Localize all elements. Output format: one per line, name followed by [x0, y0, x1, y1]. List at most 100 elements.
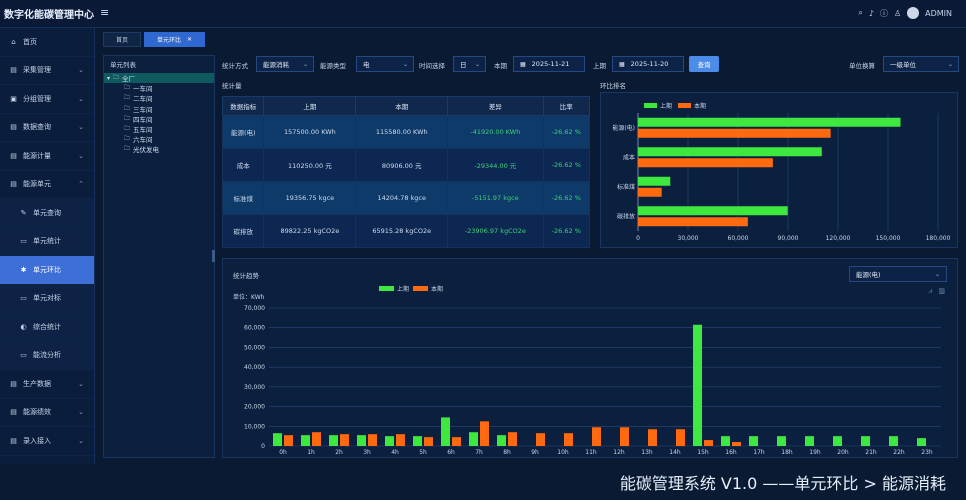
x-tick-label: 10h: [557, 449, 569, 456]
previous-date-picker[interactable]: ▦ 2025-11-20: [612, 56, 684, 72]
folder-icon: 🗀: [113, 74, 120, 82]
footer-caption: 能碳管理系统 V1.0 ——单元环比 > 能源消耗: [619, 474, 946, 493]
tree-node[interactable]: 🗀 五车间: [104, 124, 214, 134]
sidebar-item[interactable]: ▤ 能源计量 ⌄: [0, 142, 94, 171]
caret-down-icon[interactable]: ▾: [107, 75, 110, 82]
tab-home[interactable]: 首页: [103, 32, 142, 47]
search-icon[interactable]: ⌕: [858, 8, 862, 18]
sidebar-item[interactable]: ⌂ 首页: [0, 28, 94, 57]
bar-previous: [638, 176, 671, 186]
table-row: 能源(电) 157500.00 KWh 115580.00 KWh -41920.00…: [221, 115, 591, 149]
chevron-icon: ⌄: [78, 123, 84, 132]
stats-title: 统计量: [222, 82, 242, 90]
sidebar-item[interactable]: ▭ 单元统计: [0, 227, 94, 256]
flow-icon: ▭: [20, 351, 27, 360]
y-category-label: 能源(电): [612, 124, 635, 132]
info-icon[interactable]: ⓘ: [880, 8, 888, 19]
sidebar-item[interactable]: ▭ 单元对标: [0, 284, 94, 313]
chevron-icon: ⌄: [78, 151, 84, 160]
energy-type-select[interactable]: 电 ⌄: [356, 56, 414, 72]
unit-convert-select[interactable]: 一级单位 ⌄: [883, 56, 959, 72]
current-date-picker[interactable]: ▦ 2025-11-21: [513, 56, 585, 72]
bell-icon[interactable]: ♪: [869, 9, 874, 18]
shirt-icon[interactable]: ♙: [894, 9, 901, 18]
bar-previous: [329, 435, 338, 446]
table-cell: 成本: [221, 148, 265, 182]
close-icon[interactable]: ✕: [187, 36, 192, 43]
meter-icon: ▤: [10, 151, 17, 160]
bar-current: [638, 187, 662, 197]
rank-title: 环比排名: [600, 82, 626, 90]
menu-toggle-icon[interactable]: ≡: [100, 6, 109, 19]
top-toolbar: ⌕ ♪ ⓘ ♙ ADMIN: [858, 7, 952, 19]
sidebar-item-label: 分组管理: [23, 94, 51, 103]
table-cell: -41920.00 KWh: [447, 115, 544, 149]
y-tick-label: 10,000: [244, 423, 265, 430]
sidebar-item[interactable]: ▤ 数据查询 ⌄: [0, 114, 94, 142]
sidebar-item[interactable]: ▭ 能流分析: [0, 341, 94, 370]
tree-node[interactable]: 🗀 四车间: [104, 114, 214, 124]
tree-node[interactable]: 🗀 二车间: [104, 93, 214, 103]
folder-icon: 🗀: [124, 114, 131, 122]
tree-node-label: 六车间: [133, 136, 153, 145]
energy-type-value: 电: [363, 61, 370, 69]
folder-icon: 🗀: [124, 135, 131, 143]
folder-icon: 🗀: [124, 145, 131, 153]
calendar-icon: ▦: [520, 60, 526, 68]
chevron-icon: ⌄: [78, 379, 84, 388]
table-cell: 碳排放: [221, 214, 265, 248]
tree-node-label: 三车间: [133, 105, 153, 114]
x-tick-label: 21h: [865, 449, 877, 456]
sidebar-item[interactable]: ▣ 分组管理 ⌄: [0, 85, 94, 114]
sidebar-item[interactable]: ◐ 综合统计: [0, 313, 94, 342]
y-tick-label: 60,000: [244, 325, 265, 332]
sidebar-item-label: 采集管理: [23, 66, 51, 75]
time-select[interactable]: 日 ⌄: [453, 56, 486, 72]
sidebar-item[interactable]: ▤ 能源绩效 ⌄: [0, 399, 94, 427]
chart-icon: ◐: [20, 322, 27, 331]
sidebar-item-label: 首页: [23, 37, 37, 46]
bar-previous: [385, 436, 394, 446]
tree-node[interactable]: 🗀 光伏发电: [104, 144, 214, 154]
table-header-cell: 本期: [355, 96, 449, 116]
table-cell: 19356.75 kgce: [263, 181, 357, 215]
home-icon: ⌂: [11, 37, 16, 46]
chevron-down-icon: ⌄: [947, 60, 953, 68]
chevron-down-icon: ⌄: [402, 60, 408, 68]
bar-previous: [805, 436, 814, 446]
x-tick-label: 180,000: [926, 235, 951, 242]
legend-swatch: [678, 103, 691, 108]
bar-previous: [861, 436, 870, 446]
table-cell: -26.62 %: [542, 214, 591, 248]
x-tick-label: 4h: [391, 449, 399, 456]
sidebar-item[interactable]: ✱ 单元环比: [0, 256, 94, 285]
user-name[interactable]: ADMIN: [925, 9, 952, 18]
tree-node[interactable]: 🗀 三车间: [104, 104, 214, 114]
folder-icon: ▣: [10, 94, 17, 103]
avatar[interactable]: [907, 7, 920, 19]
sidebar-item[interactable]: ▤ 能源单元 ⌃: [0, 171, 94, 199]
tree-node-root[interactable]: ▾ 🗀 全厂: [104, 73, 214, 84]
tree-node[interactable]: 🗀 一车间: [104, 83, 214, 93]
table-row: 碳排放 89822.25 kgCO2e 65915.28 kgCO2e -23906.…: [221, 214, 591, 248]
bar-current: [676, 429, 685, 446]
sidebar-item[interactable]: ▤ 录入接入 ⌄: [0, 427, 94, 456]
sidebar-item[interactable]: ▤ 采集管理 ⌄: [0, 57, 94, 85]
stat-method-select[interactable]: 能源消耗 ⌄: [256, 56, 314, 72]
bar-current: [396, 434, 405, 446]
tree-node[interactable]: 🗀 六车间: [104, 134, 214, 144]
x-tick-label: 15h: [697, 449, 709, 456]
x-tick-label: 120,000: [826, 235, 851, 242]
sidebar-item[interactable]: ✎ 单元查询: [0, 199, 94, 228]
query-button[interactable]: 查询: [689, 56, 719, 72]
sidebar-item[interactable]: ▤ 生产数据 ⌄: [0, 370, 94, 399]
table-cell: 能源(电): [221, 115, 265, 149]
x-tick-label: 3h: [363, 449, 371, 456]
tab-unit-compare[interactable]: 单元环比 ✕: [144, 32, 206, 47]
chevron-down-icon: ⌄: [474, 60, 480, 68]
tree-scrollbar[interactable]: [212, 250, 215, 262]
bar-current: [704, 440, 713, 446]
bar-current: [638, 128, 831, 138]
y-tick-label: 50,000: [244, 344, 265, 351]
bar-current: [368, 434, 377, 446]
